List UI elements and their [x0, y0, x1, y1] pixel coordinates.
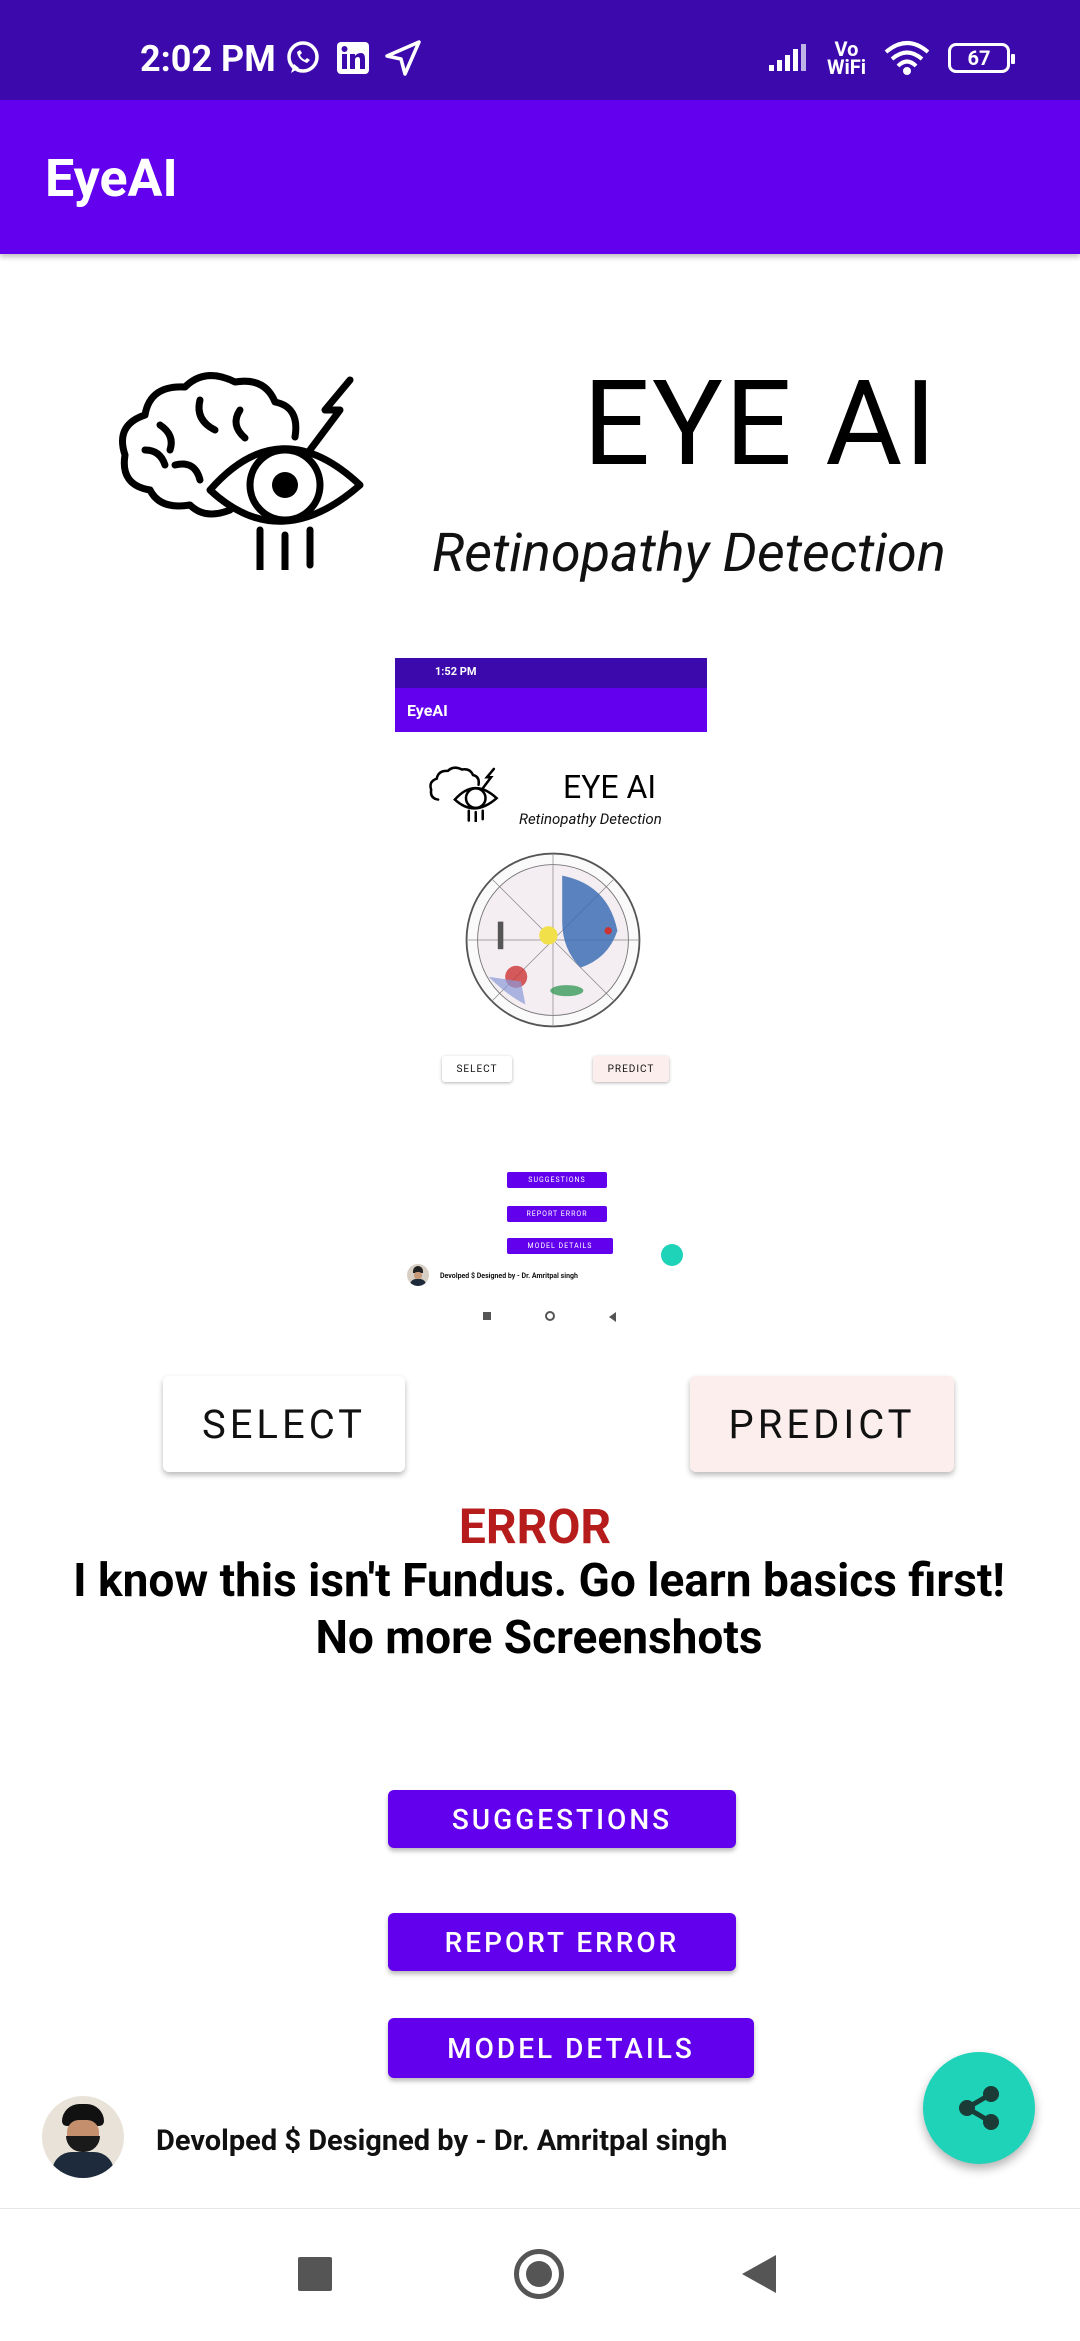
preview-header-subtitle: Retinopathy Detection: [519, 810, 662, 828]
preview-share-fab: [661, 1244, 683, 1266]
predict-button[interactable]: PREDICT: [690, 1376, 954, 1472]
suggestions-button-label: SUGGESTIONS: [451, 1802, 673, 1836]
system-status-icons: Vo WiFi 67: [767, 39, 1015, 79]
selected-image-preview: 1:52 PM EyeAI EYE AI Retinopathy Detecti…: [395, 658, 707, 1328]
preview-app-bar: EyeAI: [395, 688, 707, 732]
report-error-button[interactable]: REPORT ERROR: [388, 1913, 736, 1971]
share-icon: [959, 2086, 999, 2130]
header-subtitle: Retinopathy Detection: [432, 522, 946, 585]
preview-fundus-chart-image: [465, 852, 641, 1028]
report-error-button-label: REPORT ERROR: [444, 1925, 680, 1959]
status-time: 2:02 PM: [140, 38, 276, 80]
model-details-button[interactable]: MODEL DETAILS: [388, 2018, 754, 2078]
preview-status-bar: 1:52 PM: [395, 658, 707, 688]
preview-select-button: SELECT: [442, 1056, 512, 1082]
preview-footer-credit: Devolped $ Designed by - Dr. Amritpal si…: [440, 1272, 578, 1280]
vowifi-icon: Vo WiFi: [826, 39, 866, 79]
preview-nav-bar: [395, 1306, 707, 1328]
system-nav-bar: [0, 2208, 1080, 2341]
battery-icon: 67: [948, 43, 1015, 73]
preview-model-details-label: MODEL DETAILS: [527, 1242, 593, 1250]
notification-icons: [285, 40, 421, 76]
suggestions-button[interactable]: SUGGESTIONS: [388, 1790, 736, 1848]
result-title: ERROR: [458, 1498, 612, 1555]
linkedin-icon: [337, 42, 369, 74]
developer-avatar: [42, 2096, 124, 2178]
preview-status-time: 1:52 PM: [435, 665, 477, 678]
preview-app-title: EyeAI: [407, 701, 448, 720]
status-bar: 2:02 PM Vo WiFi 67: [0, 0, 1080, 100]
share-fab[interactable]: [923, 2052, 1035, 2164]
select-button-label: SELECT: [201, 1400, 367, 1448]
preview-select-label: SELECT: [456, 1063, 498, 1075]
result-message: I know this isn't Fundus. Go learn basic…: [73, 1554, 1005, 1665]
app-title: EyeAI: [45, 148, 178, 209]
location-arrow-icon: [385, 40, 421, 76]
header-title: EYE AI: [583, 355, 939, 493]
app-bar: EyeAI: [0, 100, 1080, 254]
model-details-button-label: MODEL DETAILS: [447, 2031, 695, 2065]
preview-suggestions-label: SUGGESTIONS: [528, 1176, 586, 1184]
preview-suggestions-button: SUGGESTIONS: [507, 1172, 607, 1188]
preview-report-error-button: REPORT ERROR: [507, 1206, 607, 1222]
preview-predict-label: PREDICT: [607, 1063, 655, 1075]
battery-level: 67: [967, 46, 991, 70]
wifi-icon: [884, 41, 930, 75]
circle-home-icon[interactable]: [514, 2249, 564, 2299]
triangle-back-icon[interactable]: [742, 2255, 776, 2293]
whatsapp-icon: [287, 41, 319, 73]
signal-icon: [768, 44, 806, 71]
preview-logo-icon: [429, 766, 499, 822]
select-button[interactable]: SELECT: [163, 1376, 405, 1472]
brain-eye-logo-icon: [119, 372, 364, 570]
square-recents-icon[interactable]: [298, 2257, 332, 2291]
preview-report-error-label: REPORT ERROR: [526, 1210, 588, 1218]
preview-predict-button: PREDICT: [593, 1056, 669, 1082]
developer-credit: Devolped $ Designed by - Dr. Amritpal si…: [156, 2124, 728, 2158]
preview-model-details-button: MODEL DETAILS: [507, 1238, 613, 1254]
preview-avatar: [407, 1264, 429, 1286]
preview-header-title: EYE AI: [563, 768, 657, 806]
predict-button-label: PREDICT: [728, 1400, 916, 1448]
vowifi-label-bottom: WiFi: [826, 55, 866, 79]
